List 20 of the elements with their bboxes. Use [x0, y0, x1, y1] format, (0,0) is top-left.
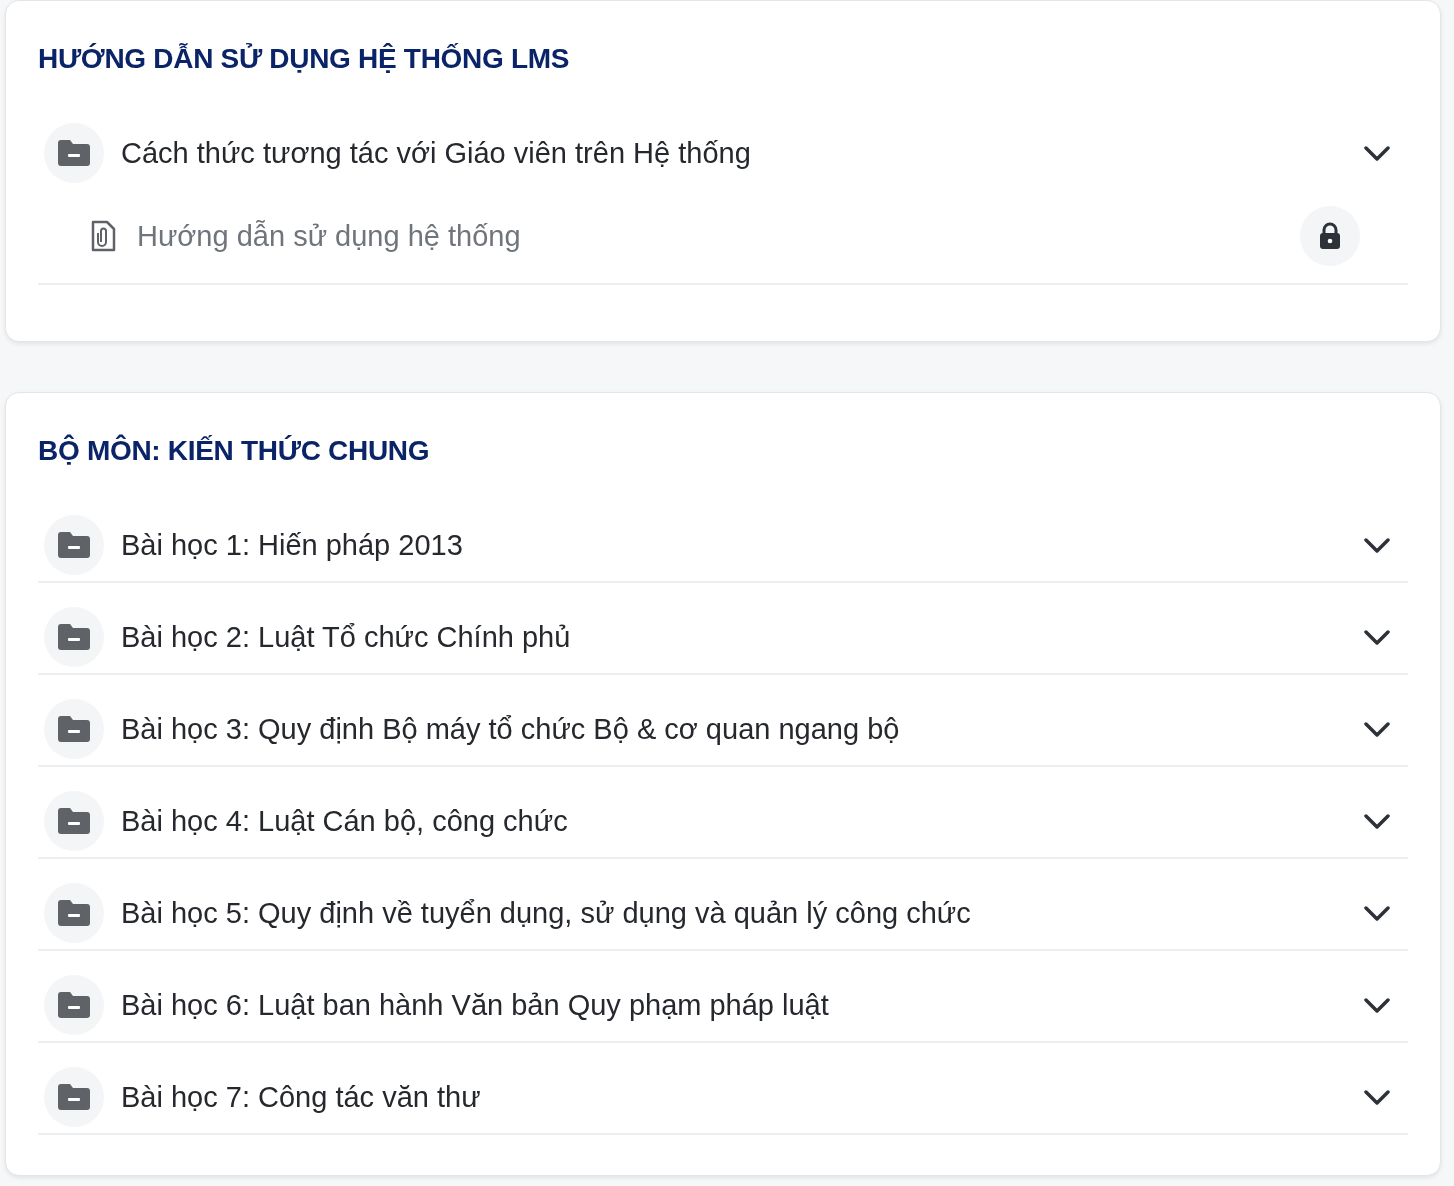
topic-title: Bài học 3: Quy định Bộ máy tổ chức Bộ & cơ quan ngang bộ	[121, 711, 901, 747]
topic-header[interactable]: Bài học 6: Luật ban hành Văn bản Quy phạm pháp luật	[38, 951, 1408, 1041]
topic-title: Bài học 2: Luật Tổ chức Chính phủ	[121, 619, 572, 655]
topic-header[interactable]: Bài học 3: Quy định Bộ máy tổ chức Bộ & cơ quan ngang bộ	[38, 675, 1408, 765]
topic-title: Bài học 4: Luật Cán bộ, công chức	[121, 803, 569, 839]
topic-header[interactable]: Bài học 7: Công tác văn thư	[38, 1043, 1408, 1133]
topic-title: Bài học 1: Hiến pháp 2013	[121, 527, 464, 563]
topic-header[interactable]: Bài học 1: Hiến pháp 2013	[38, 491, 1408, 581]
topic-header[interactable]: Bài học 5: Quy định về tuyển dụng, sử dụng và quản lý công chức	[38, 859, 1408, 949]
file-attachment-icon	[91, 220, 117, 252]
topic-title: Bài học 5: Quy định về tuyển dụng, sử dụng và quản lý công chức	[121, 895, 972, 931]
topic-header[interactable]: Bài học 4: Luật Cán bộ, công chức	[38, 767, 1408, 857]
lesson-link[interactable]: Hướng dẫn sử dụng hệ thống	[137, 218, 1300, 254]
topic-title: Bài học 7: Công tác văn thư	[121, 1079, 482, 1115]
topic-header[interactable]: Cách thức tương tác với Giáo viên trên Hệ thống	[38, 99, 1408, 189]
section-title: HƯỚNG DẪN SỬ DỤNG HỆ THỐNG LMS	[38, 42, 571, 76]
topic-header[interactable]: Bài học 2: Luật Tổ chức Chính phủ	[38, 583, 1408, 673]
topic-title: Cách thức tương tác với Giáo viên trên Hệ thống	[121, 135, 752, 171]
section-title: BỘ MÔN: KIẾN THỨC CHUNG	[38, 434, 431, 468]
topic-title: Bài học 6: Luật ban hành Văn bản Quy phạm pháp luật	[121, 987, 830, 1023]
